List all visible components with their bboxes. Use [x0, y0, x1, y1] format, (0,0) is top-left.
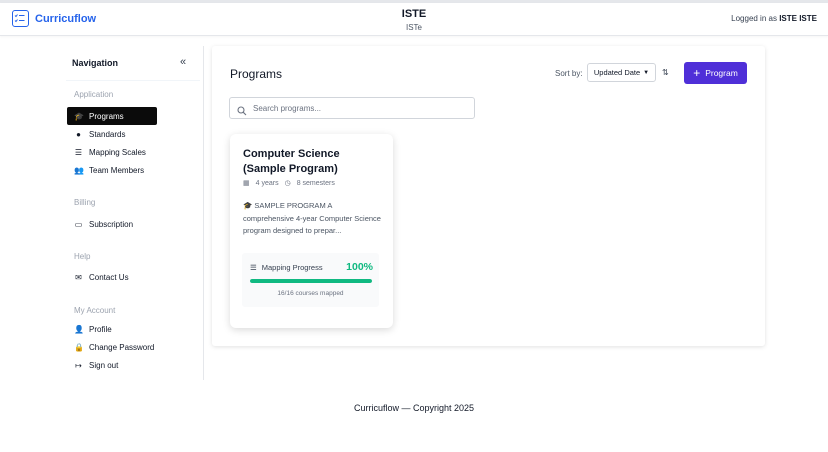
user-icon: 👤: [74, 324, 84, 334]
login-user: ISTE ISTE: [779, 14, 817, 23]
footer-copyright: Curricuflow — Copyright 2025: [353, 403, 475, 413]
app-header: Curricuflow ISTE ISTe Logged in as ISTE …: [0, 3, 828, 36]
mapping-progress-box: ☰ Mapping Progress 100% 16/16 courses ma…: [242, 253, 379, 307]
program-semesters: 8 semesters: [296, 179, 335, 187]
program-meta: ▦ 4 years ◷ 8 semesters: [243, 179, 335, 188]
sidebar-item-label: Sign out: [89, 360, 119, 370]
sort-select[interactable]: Updated Date ▼: [587, 63, 656, 82]
lock-icon: 🔒: [74, 342, 84, 352]
program-title: Computer Science (Sample Program): [243, 148, 340, 175]
org-subtitle: ISTe: [405, 23, 422, 32]
sidebar-item-label: Subscription: [89, 219, 134, 229]
sidebar-item-team-members[interactable]: 👥 Team Members: [67, 161, 157, 179]
dot-icon: ●: [76, 129, 81, 139]
sidebar-item-label: Profile: [89, 324, 112, 334]
sidebar-item-profile[interactable]: 👤 Profile: [67, 320, 157, 338]
brand-name: Curricuflow: [35, 12, 97, 25]
credit-card-icon: ▭: [74, 219, 83, 229]
sidebar-item-label: Contact Us: [89, 272, 129, 282]
sign-out-icon: ↦: [75, 360, 82, 370]
sidebar-item-label: Mapping Scales: [89, 147, 146, 157]
search-input[interactable]: [253, 103, 463, 113]
program-years: 4 years: [255, 179, 279, 187]
login-prefix: Logged in as: [731, 14, 777, 23]
sort-label: Sort by:: [555, 69, 583, 78]
sort-value: Updated Date: [593, 68, 641, 77]
sidebar-item-label: Change Password: [89, 342, 155, 352]
progress-percent: 100%: [346, 261, 373, 273]
progress-label-group: ☰ Mapping Progress: [250, 263, 323, 272]
login-status: Logged in as ISTE ISTE: [731, 14, 817, 23]
sidebar-item-contact-us[interactable]: ✉ Contact Us: [67, 268, 157, 286]
sidebar-item-subscription[interactable]: ▭ Subscription: [67, 215, 157, 233]
graduation-cap-icon: 🎓: [74, 111, 84, 121]
program-description: 🎓 SAMPLE PROGRAM A comprehensive 4-year …: [243, 201, 381, 235]
section-label-application: Application: [74, 90, 114, 99]
sliders-icon: ☰: [74, 147, 83, 157]
divider: [66, 80, 200, 81]
sidebar-title: Navigation: [72, 58, 119, 68]
envelope-icon: ✉: [75, 272, 82, 282]
checklist-logo-icon: [12, 10, 29, 27]
org-name: ISTE: [401, 8, 427, 20]
page-title: Programs: [230, 67, 283, 81]
users-icon: 👥: [74, 165, 84, 175]
add-program-label: Program: [705, 68, 738, 78]
layers-icon: ☰: [250, 263, 257, 272]
progress-label: Mapping Progress: [261, 263, 323, 272]
sidebar: Navigation « Application 🎓 Programs ● St…: [62, 46, 204, 380]
add-program-button[interactable]: + Program: [684, 62, 747, 84]
search-box: [229, 97, 475, 119]
sidebar-item-programs[interactable]: 🎓 Programs: [67, 107, 157, 125]
brand[interactable]: Curricuflow: [12, 10, 96, 27]
search-icon: [237, 103, 247, 116]
calendar-icon: ▦: [243, 180, 250, 187]
sort-direction-icon[interactable]: ⇅: [662, 68, 669, 77]
sidebar-item-standards[interactable]: ● Standards: [67, 125, 157, 143]
programs-panel: Programs Sort by: Updated Date ▼ ⇅ + Pro…: [212, 46, 765, 346]
org-title: ISTE ISTe: [364, 8, 464, 32]
progress-bar: [250, 279, 372, 283]
sidebar-item-change-password[interactable]: 🔒 Change Password: [67, 338, 157, 356]
caret-down-icon: ▼: [643, 69, 650, 76]
progress-note: 16/16 courses mapped: [277, 290, 344, 297]
sidebar-item-mapping-scales[interactable]: ☰ Mapping Scales: [67, 143, 157, 161]
plus-icon: +: [693, 66, 701, 80]
program-card[interactable]: Computer Science (Sample Program) ▦ 4 ye…: [230, 134, 393, 328]
section-label-my-account: My Account: [74, 306, 116, 315]
sidebar-item-label: Team Members: [89, 165, 145, 175]
sidebar-item-label: Standards: [89, 129, 126, 139]
section-label-billing: Billing: [74, 198, 96, 207]
section-label-help: Help: [74, 252, 91, 261]
double-chevron-left-icon[interactable]: «: [180, 56, 186, 68]
sidebar-item-label: Programs: [89, 111, 124, 121]
clock-icon: ◷: [284, 180, 291, 187]
sidebar-item-sign-out[interactable]: ↦ Sign out: [67, 356, 157, 374]
progress-bar-fill: [250, 279, 372, 283]
